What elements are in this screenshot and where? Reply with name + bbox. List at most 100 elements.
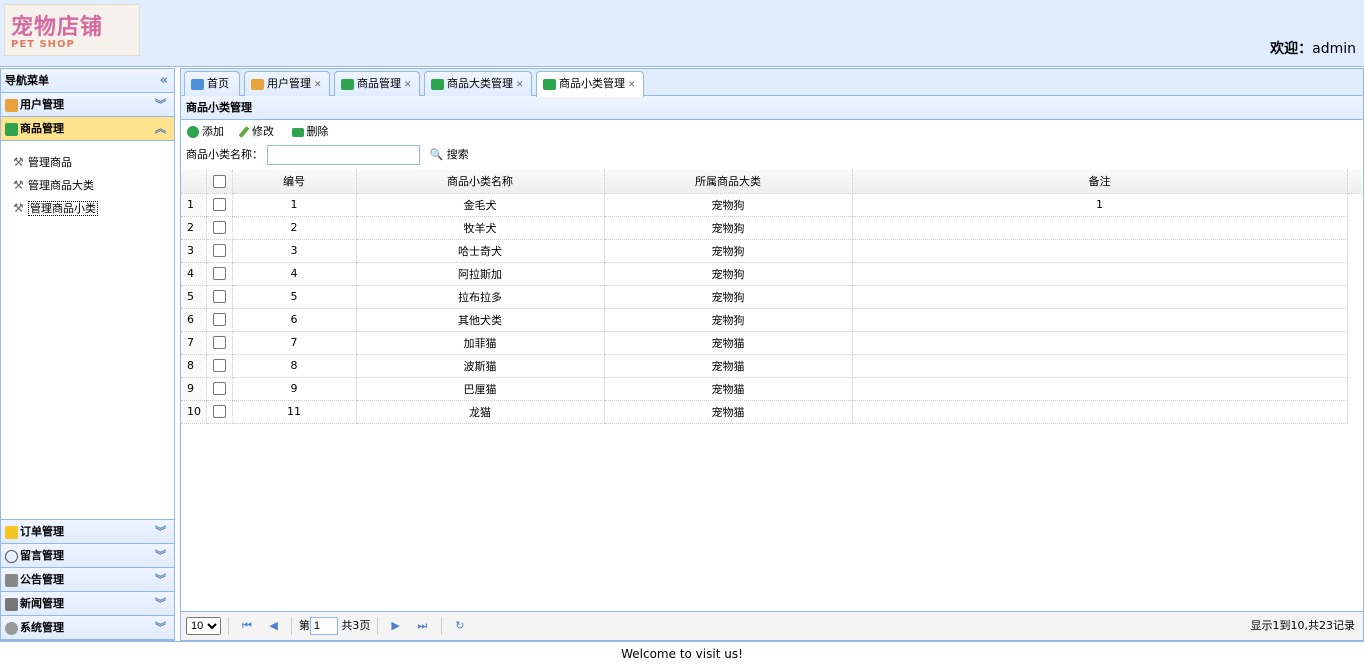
total-pages: 共3页 [341,619,371,632]
table-row[interactable]: 3 3 哈士奇犬 宠物狗 [181,239,1362,263]
search-button[interactable]: 🔍 搜索 [430,148,469,161]
row-checkbox[interactable] [212,405,226,419]
col-header-id[interactable]: 编号 [232,170,357,194]
search-label: 商品小类名称： [186,148,263,161]
row-number: 1 [181,193,207,217]
table-row[interactable]: 8 8 波斯猫 宠物猫 [181,354,1362,378]
edit-button[interactable]: 修改 [238,125,274,138]
page-size-select[interactable]: 10 [186,617,221,635]
row-checkbox[interactable] [212,221,226,235]
page-input[interactable] [309,617,338,635]
goods-icon [543,78,556,90]
menu-item-label: 管理商品 [28,156,72,169]
row-checkbox[interactable] [212,359,226,373]
pager-info: 显示1到10,共23记录 [1250,619,1356,632]
nav-title-text: 导航菜单 [5,74,49,87]
cell-name: 哈士奇犬 [356,239,605,263]
accordion-users[interactable]: 用户管理 ︾ [1,93,174,117]
search-input[interactable] [267,145,420,165]
cell-name: 其他犬类 [356,308,605,332]
cell-remark [852,377,1348,401]
row-checkbox[interactable] [212,336,226,350]
goods-icon [5,122,18,136]
row-number: 8 [181,354,207,378]
accordion-system[interactable]: 系统管理 ︾ [1,616,174,640]
footer: Welcome to visit us! [0,641,1364,663]
row-checkbox[interactable] [212,267,226,281]
tab-subcategory[interactable]: 商品小类管理 ✕ [536,71,644,97]
accordion-notices[interactable]: 公告管理 ︾ [1,568,174,592]
row-checkbox-cell [206,377,233,401]
table-row[interactable]: 9 9 巴厘猫 宠物猫 [181,377,1362,401]
refresh-icon[interactable]: ↻ [455,612,464,640]
menu-item-manage-subcategory[interactable]: ⚒ 管理商品小类 [1,197,174,220]
tab-category[interactable]: 商品大类管理 ✕ [424,71,532,96]
row-number: 9 [181,377,207,401]
settings-icon [5,621,18,635]
accordion-goods[interactable]: 商品管理 ︽ [1,117,174,141]
table-row[interactable]: 1 1 金毛犬 宠物狗 1 [181,193,1362,217]
accordion-orders[interactable]: 订单管理 ︾ [1,520,174,544]
select-all-checkbox[interactable] [212,175,226,188]
cell-id: 11 [232,400,357,424]
row-number: 2 [181,216,207,240]
col-header-category[interactable]: 所属商品大类 [604,170,853,194]
next-page-icon[interactable]: ▶ [391,612,399,640]
first-page-icon[interactable]: ⏮ [242,612,252,640]
table-row[interactable]: 5 5 拉布拉多 宠物狗 [181,285,1362,309]
cell-id: 9 [232,377,357,401]
row-checkbox[interactable] [212,198,226,212]
row-checkbox[interactable] [212,244,226,258]
toolbar: 添加 修改 删除 [181,120,1363,144]
prev-page-icon[interactable]: ◀ [269,612,277,640]
last-page-icon[interactable]: ⏭ [417,612,427,640]
close-icon[interactable]: ✕ [404,80,412,90]
accordion-messages[interactable]: 留言管理 ︾ [1,544,174,568]
row-number: 3 [181,239,207,263]
cell-name: 波斯猫 [356,354,605,378]
col-header-remark[interactable]: 备注 [852,170,1348,194]
tab-label: 用户管理 [267,77,311,90]
row-checkbox[interactable] [212,313,226,327]
cell-category: 宠物狗 [604,239,853,263]
cell-id: 7 [232,331,357,355]
welcome-label: 欢迎： [1270,41,1313,57]
cell-remark [852,308,1348,332]
table-row[interactable]: 2 2 牧羊犬 宠物狗 [181,216,1362,240]
row-checkbox-cell [206,331,233,355]
table-row[interactable]: 7 7 加菲猫 宠物猫 [181,331,1362,355]
search-bar: 商品小类名称： 🔍 搜索 [181,144,1363,168]
row-checkbox[interactable] [212,290,226,304]
cell-name: 龙猫 [356,400,605,424]
close-icon[interactable]: ✕ [628,80,636,90]
menu-item-manage-goods[interactable]: ⚒ 管理商品 [1,151,174,174]
chevron-down-icon: ︾ [155,98,166,111]
panel-title: 商品小类管理 [181,96,1363,120]
close-icon[interactable]: ✕ [314,80,322,90]
row-checkbox-cell [206,216,233,240]
menu-item-manage-category[interactable]: ⚒ 管理商品大类 [1,174,174,197]
collapse-icon[interactable]: « [160,69,168,93]
row-checkbox[interactable] [212,382,226,396]
tab-home[interactable]: 首页 [184,71,240,96]
delete-button[interactable]: 删除 [291,125,329,138]
chevron-down-icon: ︾ [155,525,166,538]
col-header-name[interactable]: 商品小类名称 [356,170,605,194]
cell-remark [852,331,1348,355]
tab-goods[interactable]: 商品管理 ✕ [334,71,420,96]
table-row[interactable]: 4 4 阿拉斯加 宠物狗 [181,262,1362,286]
table-row[interactable]: 6 6 其他犬类 宠物狗 [181,308,1362,332]
edit-label: 修改 [252,125,274,138]
accordion-news[interactable]: 新闻管理 ︾ [1,592,174,616]
row-checkbox-cell [206,285,233,309]
row-checkbox-cell [206,239,233,263]
close-icon[interactable]: ✕ [516,80,524,90]
add-button[interactable]: 添加 [187,125,224,138]
cell-remark: 1 [852,193,1348,217]
nav-panel: 导航菜单 « 用户管理 ︾ 商品管理 ︽ ⚒ 管理商品 ⚒ 管理商品大类 ⚒ 管理商品小类 … [0,68,175,641]
main-panel: 首页 用户管理 ✕ 商品管理 ✕ 商品大类管理 ✕ 商品小类管理 ✕ 商品小类管理 添加… [180,68,1364,641]
tab-bar: 首页 用户管理 ✕ 商品管理 ✕ 商品大类管理 ✕ 商品小类管理 ✕ [181,69,1363,97]
tab-users[interactable]: 用户管理 ✕ [244,71,330,96]
table-row[interactable]: 10 11 龙猫 宠物猫 [181,400,1362,424]
grid-table: 编号 商品小类名称 所属商品大类 备注 1 1 金毛犬 宠物狗 1 2 2 牧羊犬 宠物狗 3 3 哈… [181,170,1362,424]
